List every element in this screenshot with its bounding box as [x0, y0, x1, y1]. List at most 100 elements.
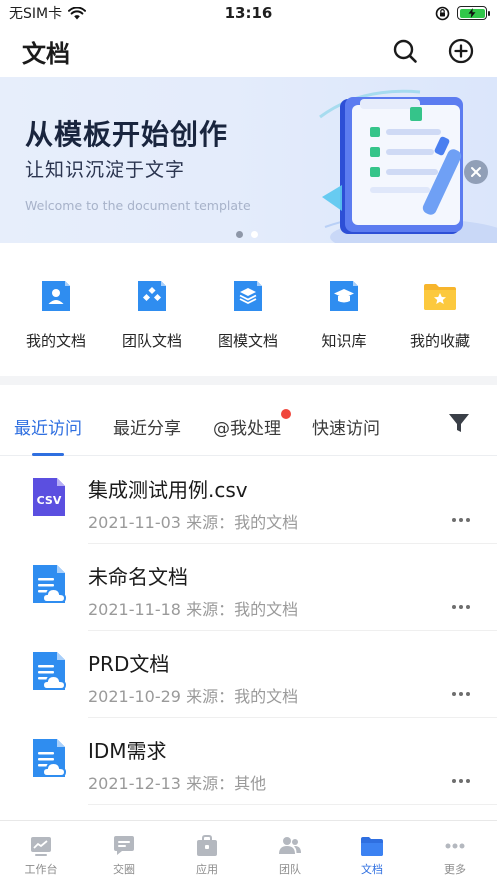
- bottom-tab-workbench[interactable]: 工作台: [11, 835, 71, 877]
- battery-fill: [459, 8, 485, 18]
- quick-item-favorites[interactable]: 我的收藏: [400, 278, 480, 351]
- document-source: 我的文档: [234, 513, 299, 532]
- bottom-tab-label: 交圈: [113, 863, 135, 876]
- document-name: 未命名文档: [88, 565, 188, 589]
- cloud-doc-icon: [33, 565, 67, 603]
- more-options-button[interactable]: [446, 684, 476, 704]
- filter-icon[interactable]: [447, 411, 471, 435]
- document-row[interactable]: CSV 集成测试用例.csv 2021-11-03 来源：我的文档: [0, 457, 497, 544]
- bottom-tab-bar: 工作台 交圈 应用 团队 文档 更多: [0, 820, 497, 883]
- svg-text:CSV: CSV: [37, 494, 62, 507]
- more-icon: [445, 843, 465, 849]
- more-options-button[interactable]: [446, 510, 476, 530]
- charging-bolt-icon: [468, 8, 476, 18]
- carrier-label: 无SIM卡: [9, 6, 63, 22]
- document-meta: 2021-11-18 来源：我的文档: [88, 596, 298, 620]
- apps-icon: [197, 835, 217, 856]
- quick-item-label: 我的文档: [25, 332, 86, 350]
- bottom-tab-apps[interactable]: 应用: [177, 835, 237, 877]
- document-date: 2021-10-29: [88, 687, 181, 706]
- team-doc-icon: [138, 281, 166, 311]
- tab-recent-visits[interactable]: 最近访问: [14, 414, 82, 439]
- banner-english-caption: Welcome to the document template: [25, 198, 251, 213]
- document-name: PRD文档: [88, 652, 170, 676]
- quick-item-knowledge-base[interactable]: 知识库: [304, 278, 384, 351]
- document-source: 我的文档: [234, 687, 299, 706]
- document-illustration-icon: [319, 89, 497, 243]
- section-divider: [0, 376, 497, 385]
- dashboard-icon: [31, 837, 51, 856]
- document-name: 集成测试用例.csv: [88, 478, 248, 502]
- add-button[interactable]: [447, 37, 475, 65]
- bottom-tab-label: 团队: [279, 863, 301, 876]
- quick-item-team-docs[interactable]: 团队文档: [112, 278, 192, 351]
- banner-close-button[interactable]: [464, 160, 488, 184]
- quick-access-grid: 我的文档 团队文档 图模文档 知识库 我的收藏: [0, 262, 497, 372]
- nav-actions: [391, 37, 475, 65]
- status-right: [435, 6, 490, 21]
- nav-bar: 文档: [0, 26, 497, 76]
- bottom-tab-team[interactable]: 团队: [260, 835, 320, 877]
- bottom-tab-docs[interactable]: 文档: [342, 835, 402, 877]
- knowledge-base-icon: [330, 281, 358, 311]
- bottom-tab-label: 更多: [444, 863, 466, 876]
- quick-item-label: 团队文档: [121, 332, 182, 350]
- quick-item-label: 我的收藏: [409, 332, 470, 350]
- pagination-dot[interactable]: [236, 231, 243, 238]
- quick-item-label: 图模文档: [217, 332, 278, 350]
- document-meta: 2021-10-29 来源：我的文档: [88, 683, 298, 707]
- bottom-tab-label: 应用: [196, 863, 218, 876]
- document-date: 2021-11-03: [88, 513, 181, 532]
- chat-icon: [114, 836, 134, 855]
- plus-circle-icon: [448, 38, 474, 64]
- document-source-label: 来源：: [186, 687, 235, 706]
- page-title: 文档: [22, 39, 70, 68]
- document-source-label: 来源：: [186, 774, 235, 793]
- banner-title: 从模板开始创作: [25, 118, 229, 151]
- folder-icon: [361, 837, 383, 856]
- more-options-button[interactable]: [446, 597, 476, 617]
- document-date: 2021-11-18: [88, 600, 181, 619]
- bottom-tab-more[interactable]: 更多: [425, 835, 485, 877]
- search-button[interactable]: [391, 37, 419, 65]
- document-date: 2021-12-13: [88, 774, 181, 793]
- wifi-icon: [68, 6, 87, 19]
- csv-file-icon: CSV: [33, 478, 65, 516]
- quick-item-label: 知识库: [321, 332, 367, 350]
- favorites-folder-icon: [424, 284, 456, 310]
- quick-item-template-docs[interactable]: 图模文档: [208, 278, 288, 351]
- document-row[interactable]: PRD文档 2021-10-29 来源：我的文档: [0, 631, 497, 718]
- tab-mentions[interactable]: @我处理: [213, 414, 281, 439]
- document-source-label: 来源：: [186, 600, 235, 619]
- more-options-button[interactable]: [446, 771, 476, 791]
- banner-pagination: [236, 231, 258, 238]
- document-source-label: 来源：: [186, 513, 235, 532]
- bottom-tab-circle[interactable]: 交圈: [94, 835, 154, 877]
- user-doc-icon: [42, 281, 70, 311]
- document-row[interactable]: IDM需求 2021-12-13 来源：其他: [0, 718, 497, 805]
- cloud-doc-icon: [33, 739, 67, 777]
- team-icon: [279, 837, 301, 854]
- pagination-dot[interactable]: [251, 231, 258, 238]
- document-source: 其他: [234, 774, 267, 793]
- cloud-doc-icon: [33, 652, 67, 690]
- tab-quick-access[interactable]: 快速访问: [312, 414, 380, 439]
- doc-tabs: 最近访问 最近分享 @我处理 快速访问: [0, 386, 497, 456]
- status-bar: 无SIM卡 13:16: [0, 0, 497, 26]
- close-icon: [471, 167, 481, 177]
- active-tab-indicator: [32, 453, 64, 456]
- bottom-tab-label: 工作台: [24, 863, 58, 876]
- template-doc-icon: [234, 281, 262, 311]
- battery-icon: [457, 6, 490, 20]
- document-name: IDM需求: [88, 739, 167, 763]
- template-banner[interactable]: 从模板开始创作 让知识沉淀于文字 Welcome to the document…: [0, 77, 497, 243]
- quick-item-my-docs[interactable]: 我的文档: [16, 278, 96, 351]
- banner-subtitle: 让知识沉淀于文字: [25, 159, 186, 181]
- document-meta: 2021-12-13 来源：其他: [88, 770, 266, 794]
- rotation-lock-icon: [435, 6, 450, 20]
- status-left: 无SIM卡: [9, 3, 87, 23]
- search-icon: [393, 39, 417, 63]
- tab-recent-shares[interactable]: 最近分享: [113, 414, 181, 439]
- document-row[interactable]: 未命名文档 2021-11-18 来源：我的文档: [0, 544, 497, 631]
- document-source: 我的文档: [234, 600, 299, 619]
